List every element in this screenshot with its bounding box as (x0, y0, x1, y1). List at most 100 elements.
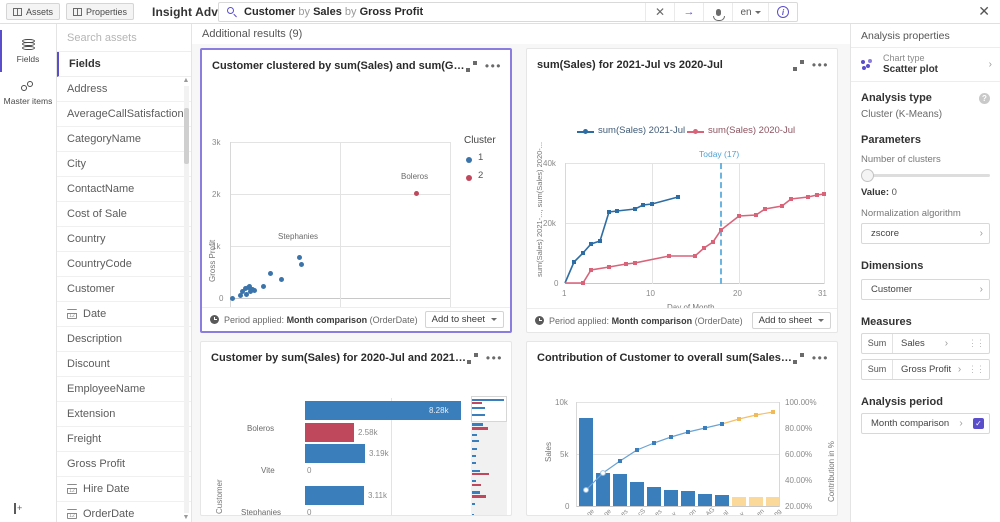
series-2020-points[interactable] (581, 192, 826, 285)
help-icon[interactable]: ? (979, 92, 990, 104)
list-item[interactable]: Freight (57, 427, 191, 452)
scatter-point[interactable] (279, 277, 284, 282)
measure-name: Sales (901, 338, 925, 349)
rail-item-fields[interactable]: Fields (0, 30, 56, 72)
expand-icon[interactable] (465, 60, 477, 72)
more-options-icon[interactable]: ••• (486, 352, 503, 364)
bar[interactable] (305, 423, 354, 442)
drag-handle-icon[interactable]: ⋮⋮ (968, 338, 985, 349)
list-item[interactable]: Gross Profit (57, 452, 191, 477)
scroll-down-icon[interactable]: ▼ (183, 514, 190, 522)
chart-pareto[interactable]: 10k 5k 0 Sales 100.00% 80.00% 60.00% 40.… (527, 374, 837, 515)
list-item[interactable]: 12 Hire Date (57, 477, 191, 502)
chart-type-row[interactable]: Chart type Scatter plot › (851, 48, 1000, 82)
list-item[interactable]: Customer (57, 277, 191, 302)
list-item[interactable]: EmployeeName (57, 377, 191, 402)
expand-icon[interactable] (792, 59, 804, 71)
rail-item-master-items[interactable]: Master items (0, 72, 56, 114)
search-token-2: by (298, 6, 311, 18)
chart-minimap[interactable] (471, 396, 507, 515)
list-item[interactable]: CountryCode (57, 252, 191, 277)
assets-toggle-label: Assets (26, 6, 54, 17)
list-item[interactable]: AverageCallSatisfaction (57, 102, 191, 127)
scatter-point[interactable] (268, 271, 273, 276)
analysis-period-checkbox[interactable]: ✓ (973, 418, 984, 429)
list-item[interactable]: 12 Date (57, 302, 191, 327)
bar-label: 0 (307, 466, 312, 475)
scroll-up-icon[interactable]: ▲ (183, 77, 190, 85)
list-item[interactable]: ContactName (57, 177, 191, 202)
expand-icon[interactable] (466, 352, 478, 364)
language-selector[interactable]: en (732, 3, 768, 21)
measure-item-gross-profit[interactable]: Sum Gross Profit › ⋮⋮ (861, 359, 990, 380)
dimension-item-customer[interactable]: Customer › (861, 279, 990, 300)
list-item[interactable]: Extension (57, 402, 191, 427)
more-options-icon[interactable]: ••• (812, 59, 829, 71)
search-assets-input[interactable]: Search assets (57, 24, 191, 52)
search-info-button[interactable]: i (768, 3, 797, 21)
search-bar[interactable]: Customer by Sales by Gross Profit ✕ → en… (218, 2, 798, 22)
field-list[interactable]: Address AverageCallSatisfaction Category… (57, 77, 191, 522)
close-insight-advisor-button[interactable]: ✕ (978, 4, 990, 18)
list-item[interactable]: Discount (57, 352, 191, 377)
more-options-icon[interactable]: ••• (812, 352, 829, 364)
scatter-point[interactable] (230, 296, 235, 301)
search-icon (227, 7, 237, 18)
main-body: Fields Master items + Search assets Fiel… (0, 24, 1000, 522)
field-label: Address (67, 83, 108, 95)
add-to-sheet-button[interactable]: Add to sheet (751, 312, 831, 329)
chevron-right-icon: › (988, 59, 992, 70)
number-of-clusters-slider[interactable] (861, 168, 990, 182)
list-item[interactable]: Cost of Sale (57, 202, 191, 227)
bar[interactable] (305, 486, 364, 505)
measure-item-sales[interactable]: Sum Sales › ⋮⋮ (861, 333, 990, 354)
chevron-right-icon: › (979, 228, 983, 239)
scatter-point[interactable] (297, 255, 302, 260)
field-list-scrollbar[interactable]: ▲ ▼ (183, 77, 190, 522)
scatter-point[interactable] (252, 288, 257, 293)
clear-search-button[interactable]: ✕ (645, 3, 674, 21)
measure-agg: Sum (862, 360, 893, 379)
card-bar-customer-sales[interactable]: Customer by sum(Sales) for 2020-Jul and … (200, 341, 512, 516)
analysis-period-item[interactable]: Month comparison › ✓ (861, 413, 990, 434)
scrollbar-thumb[interactable] (183, 108, 189, 164)
submit-search-button[interactable]: → (674, 3, 703, 21)
category-label: Boleros (247, 424, 275, 433)
collapse-panel-icon[interactable]: + (14, 503, 22, 514)
chart-hbar[interactable]: Customer Boleros 8.28k 2.58k Vite 3.19k … (201, 374, 511, 515)
list-item[interactable]: Country (57, 227, 191, 252)
field-label: Customer (67, 283, 115, 295)
series-2021-points[interactable] (572, 195, 680, 264)
legend-swatch (466, 175, 472, 181)
properties-toggle-button[interactable]: Properties (66, 3, 135, 20)
field-label: Date (83, 308, 107, 320)
voice-search-button[interactable] (703, 3, 732, 21)
card-header: Customer by sum(Sales) for 2020-Jul and … (201, 342, 511, 374)
bar[interactable] (305, 444, 365, 463)
list-item[interactable]: 12 OrderDate (57, 502, 191, 522)
assets-toggle-button[interactable]: Assets (6, 3, 61, 20)
card-pareto-contribution[interactable]: Contribution of Customer to overall sum(… (526, 341, 838, 516)
add-to-sheet-button[interactable]: Add to sheet (424, 311, 504, 328)
list-item[interactable]: Address (57, 77, 191, 102)
card-line-comparison[interactable]: sum(Sales) for 2021-Jul vs 2020-Jul ••• … (526, 48, 838, 333)
search-input[interactable]: Customer by Sales by Gross Profit (244, 6, 423, 18)
card-scatter-cluster[interactable]: Customer clustered by sum(Sales) and sum… (200, 48, 512, 333)
cumulative-points[interactable] (583, 410, 775, 493)
normalization-algorithm-select[interactable]: zscore › (861, 223, 990, 244)
chart-line[interactable]: sum(Sales) 2021-Jul sum(Sales) 2020-Jul … (527, 81, 837, 308)
chart-scatter[interactable]: 3k 2k 1k 0 -1k (202, 82, 510, 307)
drag-handle-icon[interactable]: ⋮⋮ (968, 364, 985, 375)
scatter-point[interactable] (414, 191, 419, 196)
scatter-point[interactable] (261, 284, 266, 289)
scatter-point[interactable] (299, 262, 304, 267)
more-options-icon[interactable]: ••• (485, 60, 502, 72)
list-item[interactable]: City (57, 152, 191, 177)
slider-handle[interactable] (861, 169, 874, 182)
card-tools: ••• (792, 59, 829, 71)
list-item[interactable]: Description (57, 327, 191, 352)
add-to-sheet-label: Add to sheet (758, 315, 812, 326)
period-field: (OrderDate) (369, 314, 418, 325)
list-item[interactable]: CategoryName (57, 127, 191, 152)
expand-icon[interactable] (792, 352, 804, 364)
